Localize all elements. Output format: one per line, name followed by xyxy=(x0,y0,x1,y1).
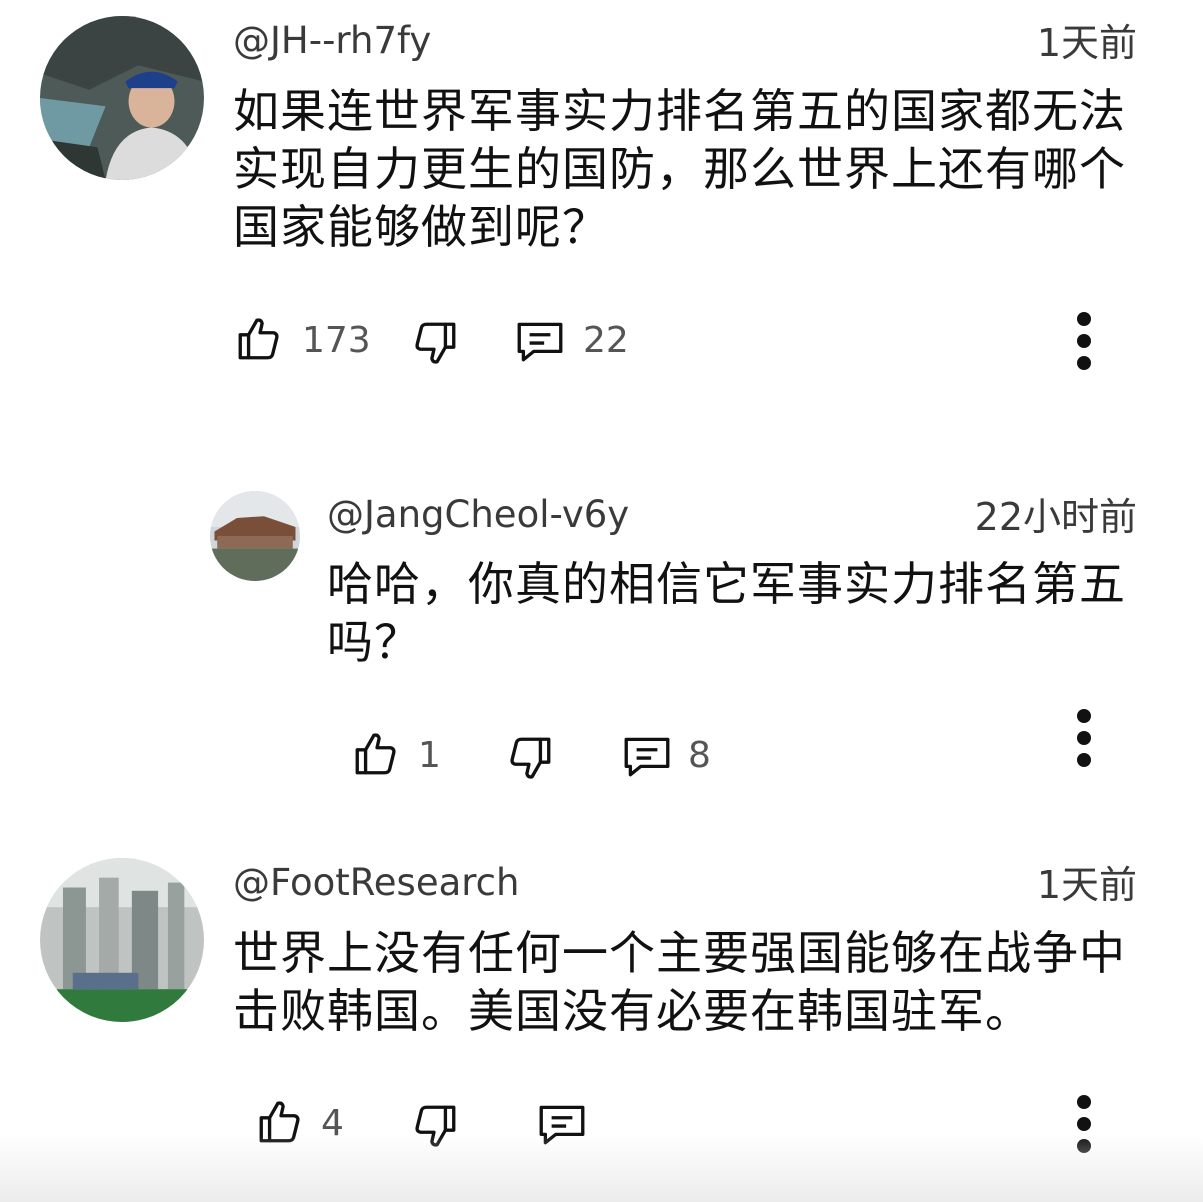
comment-text-line: 击败韩国。美国没有必要在韩国驻军。 xyxy=(233,984,1032,1038)
reply-count[interactable]: 22 xyxy=(583,319,629,363)
more-vertical-icon[interactable] xyxy=(1069,312,1099,372)
reply-comment-icon[interactable] xyxy=(513,316,567,366)
thumbs-up-icon[interactable] xyxy=(234,314,284,364)
comment-author-handle[interactable]: @JH--rh7fy xyxy=(233,18,431,64)
like-count: 1 xyxy=(418,735,441,776)
avatar[interactable] xyxy=(210,491,300,581)
reply-comment-icon[interactable] xyxy=(620,731,674,781)
like-count: 4 xyxy=(321,1103,344,1144)
thumbs-down-icon[interactable] xyxy=(505,733,555,783)
comment-actions: 1 8 xyxy=(0,709,1203,785)
more-vertical-icon[interactable] xyxy=(1069,1095,1099,1155)
comment-text-line: 哈哈，你真的相信它军事实力排名第五 xyxy=(327,557,1126,611)
comment-author-handle[interactable]: @FootResearch xyxy=(233,860,519,906)
reply-count[interactable]: 8 xyxy=(688,734,711,778)
thumbs-down-icon[interactable] xyxy=(410,1101,460,1151)
thumbs-up-icon[interactable] xyxy=(255,1097,305,1147)
thumbs-down-icon[interactable] xyxy=(410,318,460,368)
comment-reply-item: @JangCheol-v6y 22小时前 哈哈，你真的相信它军事实力排名第五 吗… xyxy=(0,480,1203,820)
comment-text-line: 国家能够做到呢？ xyxy=(233,200,609,254)
comment-author-handle[interactable]: @JangCheol-v6y xyxy=(327,492,629,538)
comment-text-line: 如果连世界军事实力排名第五的国家都无法 xyxy=(233,84,1126,138)
comment-timestamp[interactable]: 22小时前 xyxy=(975,494,1137,540)
comment-actions: 173 22 xyxy=(0,310,1203,370)
comment-actions: 4 xyxy=(0,1095,1203,1155)
comment-text: 哈哈，你真的相信它军事实力排名第五 吗？ xyxy=(327,555,1126,671)
comment-item: @JH--rh7fy 1天前 如果连世界军事实力排名第五的国家都无法 实现自力更… xyxy=(0,0,1203,420)
more-vertical-icon[interactable] xyxy=(1069,709,1099,769)
comment-text-line: 实现自力更生的国防，那么世界上还有哪个 xyxy=(233,142,1126,196)
comment-text: 世界上没有任何一个主要强国能够在战争中 击败韩国。美国没有必要在韩国驻军。 xyxy=(233,924,1126,1040)
avatar[interactable] xyxy=(40,16,204,180)
comment-text-line: 吗？ xyxy=(327,615,421,669)
comment-text: 如果连世界军事实力排名第五的国家都无法 实现自力更生的国防，那么世界上还有哪个 … xyxy=(233,82,1126,256)
avatar[interactable] xyxy=(40,858,204,1022)
like-count: 173 xyxy=(302,320,371,361)
comment-timestamp[interactable]: 1天前 xyxy=(1037,20,1137,66)
comment-item: @FootResearch 1天前 世界上没有任何一个主要强国能够在战争中 击败… xyxy=(0,850,1203,1202)
thumbs-up-icon[interactable] xyxy=(351,729,401,779)
comment-text-line: 世界上没有任何一个主要强国能够在战争中 xyxy=(233,926,1126,980)
comment-timestamp[interactable]: 1天前 xyxy=(1037,862,1137,908)
reply-comment-icon[interactable] xyxy=(535,1099,589,1149)
